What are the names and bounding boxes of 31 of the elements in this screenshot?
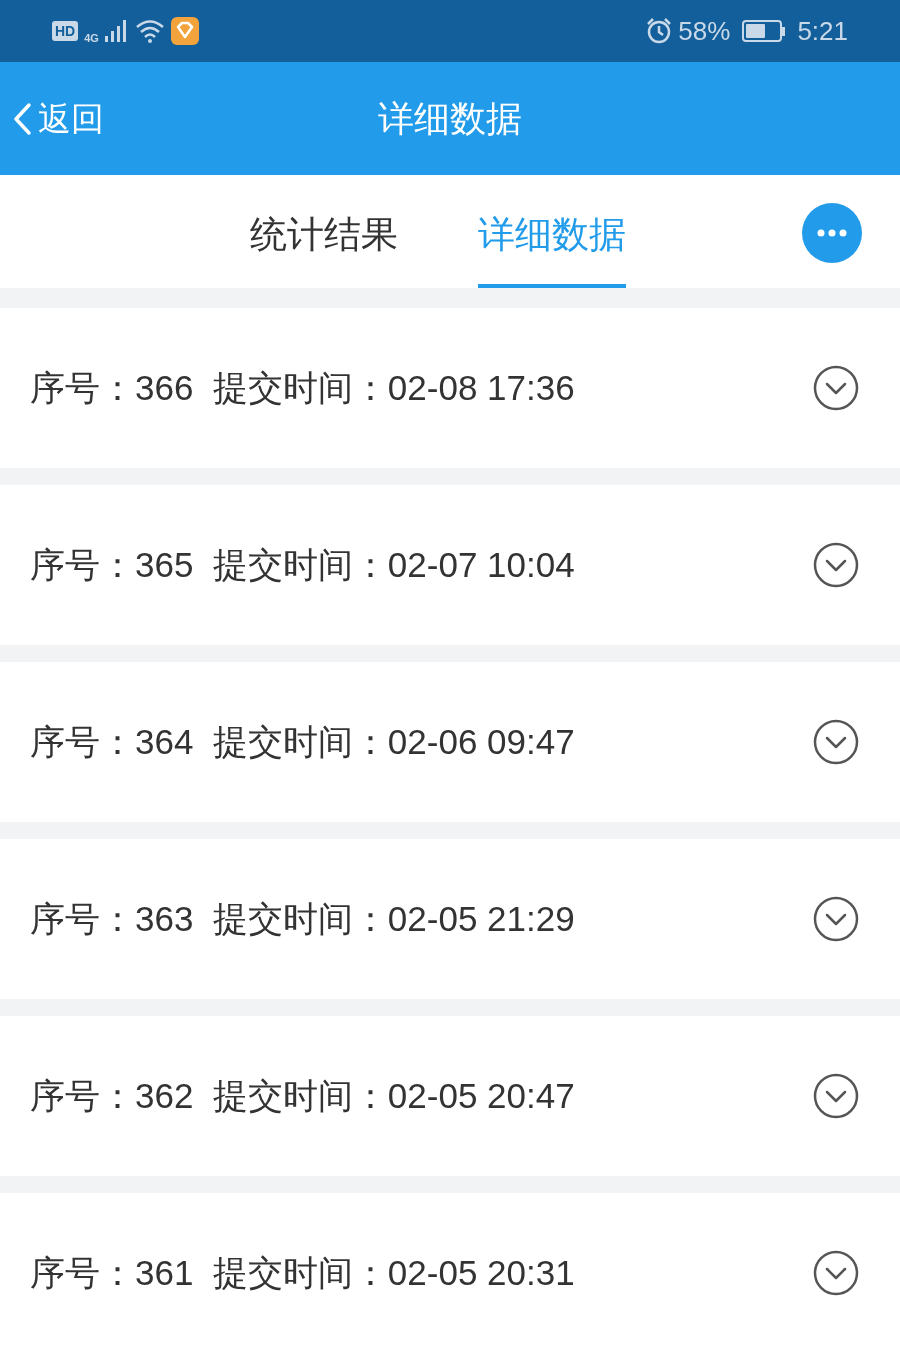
record-text: 序号：361 提交时间：02-05 20:31 [30,1251,575,1294]
tab[interactable]: 统计结果 [250,206,398,288]
record-row[interactable]: 序号：363 提交时间：02-05 21:29 [0,839,900,999]
more-icon [817,229,847,237]
chevron-down-icon[interactable] [812,541,860,589]
clock: 5:21 [797,14,848,48]
hd-badge: HD [52,21,79,41]
network-type: 4G [84,30,99,46]
record-row[interactable]: 序号：361 提交时间：02-05 20:31 [0,1193,900,1352]
record-text: 序号：365 提交时间：02-07 10:04 [30,543,575,586]
record-row[interactable]: 序号：362 提交时间：02-05 20:47 [0,1016,900,1176]
chevron-down-icon[interactable] [812,1249,860,1297]
alarm-icon [646,18,673,44]
chevron-down-icon[interactable] [812,895,860,943]
battery-percent: 58% [678,14,731,48]
record-text: 序号：362 提交时间：02-05 20:47 [30,1074,575,1117]
wifi-icon [134,19,165,43]
chevron-down-icon[interactable] [812,718,860,766]
record-row[interactable]: 序号：365 提交时间：02-07 10:04 [0,485,900,645]
record-text: 序号：366 提交时间：02-08 17:36 [30,366,575,409]
record-row[interactable]: 序号：366 提交时间：02-08 17:36 [0,308,900,468]
battery-icon [742,20,786,42]
record-text: 序号：364 提交时间：02-06 09:47 [30,720,575,763]
record-text: 序号：363 提交时间：02-05 21:29 [30,897,575,940]
signal-icon [104,20,129,42]
record-row[interactable]: 序号：364 提交时间：02-06 09:47 [0,662,900,822]
page-title: 详细数据 [378,96,522,141]
more-button[interactable] [802,203,862,263]
app-notification-icon [170,17,199,45]
chevron-down-icon[interactable] [812,1072,860,1120]
chevron-down-icon[interactable] [812,364,860,412]
